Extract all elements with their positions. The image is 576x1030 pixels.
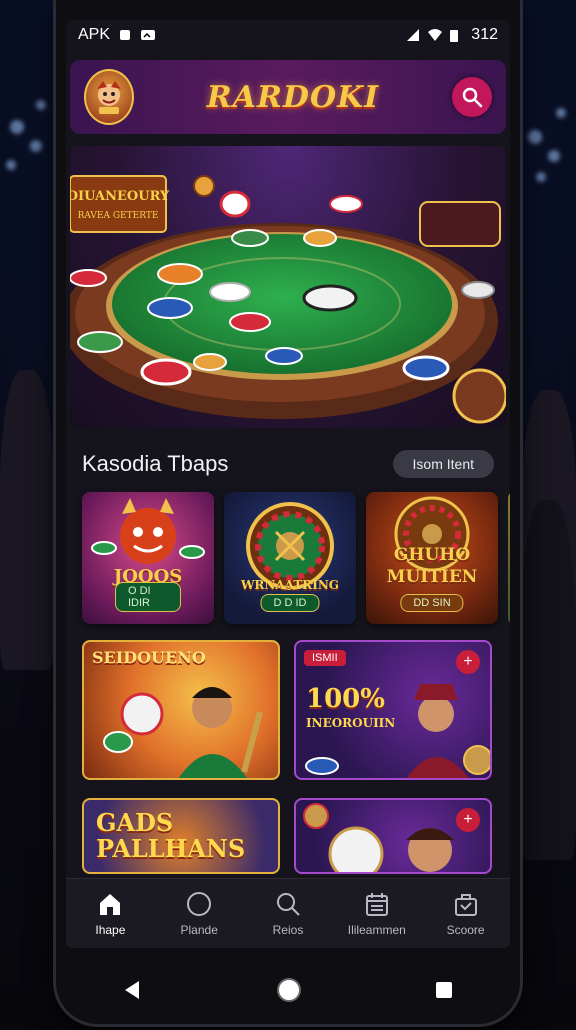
promo-card-gads[interactable]: GADS PALLHANS — [82, 798, 280, 874]
search-button[interactable] — [452, 77, 492, 117]
mascot-avatar[interactable] — [84, 69, 134, 125]
game-tile-jooos[interactable]: JOOOS O DI IDIR — [82, 492, 214, 624]
section-header: Kasodia Tbaps Isom Itent — [82, 450, 494, 478]
tab-label: Ihape — [95, 923, 126, 937]
app-logo: RARDOKI — [206, 79, 380, 115]
game-tile-ghuho[interactable]: GHUHO MUITIEN DD SIN — [366, 492, 498, 624]
search-icon — [276, 893, 300, 916]
game-tile-badge: DD SIN — [400, 594, 464, 612]
game-tile-badge: O DI IDIR — [115, 582, 181, 612]
app-header: RARDOKI — [70, 60, 506, 134]
game-tile-badge: D D ID — [260, 594, 320, 612]
mascot-icon — [97, 81, 121, 114]
tab-label: Scoore — [446, 923, 485, 937]
tab-label: Ilileammen — [347, 923, 406, 937]
status-bar: APK 312 — [66, 20, 510, 50]
game-tile-roulette[interactable]: WRNAATRING D D ID — [224, 492, 356, 624]
player-illustration — [305, 684, 490, 778]
notification-icon — [118, 28, 132, 42]
section-title: Kasodia Tbaps — [82, 451, 229, 476]
promo-card-player[interactable]: + — [294, 798, 492, 874]
tab-label: Plande — [180, 923, 218, 937]
back-icon[interactable] — [121, 978, 145, 1002]
tab-home[interactable]: Ihape — [70, 891, 150, 937]
recents-icon[interactable] — [433, 979, 455, 1001]
bottom-tab-bar: Ihape Plande Reios Ilileammen Scoore — [66, 878, 510, 948]
hero-banner[interactable]: DIUANEOURY RAVEA GETERTE — [70, 146, 506, 428]
calendar-icon — [365, 893, 388, 916]
bag-icon — [454, 894, 477, 916]
see-all-button[interactable]: Isom Itent — [392, 450, 494, 478]
promo-card-bonus[interactable]: ISMII + 100% INEOROUIIN — [294, 640, 492, 780]
wifi-icon — [427, 28, 443, 42]
tab-score[interactable]: Scoore — [426, 891, 506, 937]
promo-card-seidoueno[interactable]: SEIDOUENO — [82, 640, 280, 780]
promo-card-title: GADS PALLHANS — [96, 808, 246, 863]
search-icon — [462, 87, 483, 108]
poker-table-illustration: DIUANEOURY RAVEA GETERTE — [70, 146, 506, 428]
tab-calendar[interactable]: Ilileammen — [337, 891, 417, 937]
app-screen: APK 312 RARDOKI DIUANEOURY RAVEA GETERTE… — [66, 20, 510, 948]
system-nav-bar — [56, 960, 520, 1020]
promo-cards-row-2: GADS PALLHANS + — [82, 798, 492, 874]
battery-icon — [449, 28, 463, 42]
circle-icon — [187, 892, 212, 916]
player-illustration — [303, 803, 454, 872]
player-illustration — [103, 687, 263, 778]
game-tile-title: WRNAATRING — [240, 578, 340, 592]
home-circle-icon[interactable] — [275, 976, 303, 1004]
promo-cards-row: SEIDOUENO ISMII + 100% INEOROUIIN — [82, 640, 492, 780]
game-tile-partial[interactable] — [508, 492, 510, 624]
tab-search[interactable]: Reios — [248, 891, 328, 937]
status-time: 312 — [471, 26, 498, 43]
signal-icon — [405, 28, 420, 42]
home-icon — [100, 894, 121, 915]
status-left-text: APK — [78, 26, 111, 43]
image-icon — [140, 28, 156, 42]
hero-sign-line1: DIUANEOURY — [70, 189, 170, 204]
game-tiles-row: JOOOS O DI IDIR WRNAATRING D D ID GHUHO … — [82, 492, 510, 624]
phone-frame: APK 312 RARDOKI DIUANEOURY RAVEA GETERTE… — [56, 0, 520, 1024]
game-tile-title: GHUHO MUITIEN — [386, 545, 478, 587]
tab-plande[interactable]: Plande — [159, 891, 239, 937]
tab-label: Reios — [272, 923, 304, 937]
hero-sign-line2: RAVEA GETERTE — [78, 211, 159, 221]
